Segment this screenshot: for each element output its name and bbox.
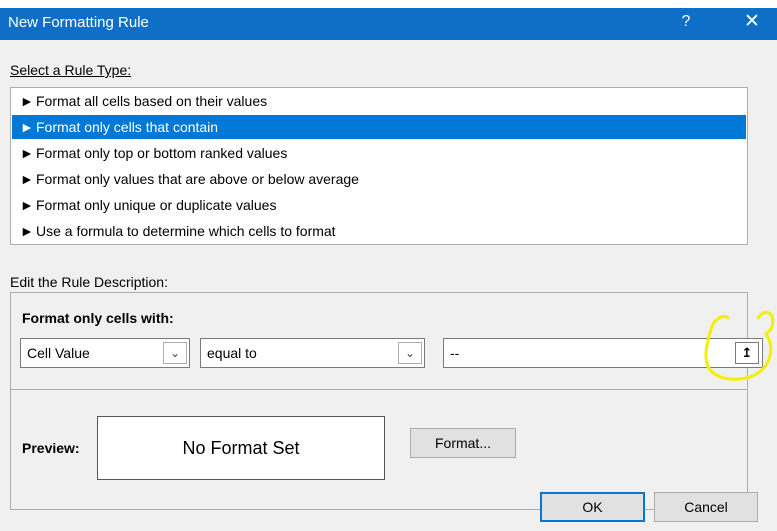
- rule-item-formula[interactable]: ► Use a formula to determine which cells …: [12, 219, 746, 243]
- rule-description-heading: Edit the Rule Description:: [10, 274, 168, 290]
- format-cells-with-label: Format only cells with:: [22, 310, 174, 326]
- rule-type-heading-label: Select a Rule Type:: [10, 62, 132, 78]
- dialog-body: Select a Rule Type: ► Format all cells ba…: [0, 40, 777, 531]
- chevron-down-icon[interactable]: ⌄: [398, 342, 422, 364]
- rule-item-cells-that-contain[interactable]: ► Format only cells that contain: [12, 115, 746, 139]
- ok-button[interactable]: OK: [540, 492, 645, 522]
- cropped-caption-text: ​: [0, 0, 777, 8]
- rule-type-list[interactable]: ► Format all cells based on their values …: [10, 87, 748, 245]
- rule-item-unique-duplicate[interactable]: ► Format only unique or duplicate values: [12, 193, 746, 217]
- format-cells-with-label-text: Format only cells with:: [22, 310, 174, 326]
- value-input-text: --: [450, 345, 460, 361]
- rule-item-label: Format all cells based on their values: [36, 93, 268, 109]
- dialog-titlebar: New Formatting Rule ? ✕: [0, 8, 777, 40]
- chevron-down-icon[interactable]: ⌄: [163, 342, 187, 364]
- close-icon[interactable]: ✕: [740, 11, 764, 33]
- rule-item-label: Format only top or bottom ranked values: [36, 145, 288, 161]
- rule-item-label: Format only cells that contain: [36, 119, 219, 135]
- operator-select[interactable]: equal to ⌄: [200, 338, 425, 368]
- condition-type-select[interactable]: Cell Value ⌄: [20, 338, 190, 368]
- arrow-icon: ►: [20, 223, 34, 239]
- arrow-icon: ►: [20, 171, 34, 187]
- arrow-icon: ►: [20, 145, 34, 161]
- panel-divider: [11, 389, 747, 390]
- arrow-icon: ►: [20, 93, 34, 109]
- dialog-title: New Formatting Rule: [8, 14, 149, 31]
- value-input[interactable]: -- ↥: [443, 338, 763, 368]
- rule-description-heading-label: Edit the Rule Description:: [10, 274, 168, 290]
- rule-item-label: Format only unique or duplicate values: [36, 197, 277, 213]
- collapse-dialog-icon[interactable]: ↥: [735, 342, 759, 364]
- preview-label-text: Preview:: [22, 440, 80, 456]
- rule-item-top-bottom[interactable]: ► Format only top or bottom ranked values: [12, 141, 746, 165]
- cancel-button-label: Cancel: [684, 499, 728, 515]
- format-preview-box: No Format Set: [97, 416, 385, 480]
- arrow-icon: ►: [20, 119, 34, 135]
- arrow-icon: ►: [20, 197, 34, 213]
- operator-value: equal to: [207, 345, 257, 361]
- rule-item-label: Use a formula to determine which cells t…: [36, 223, 336, 239]
- format-button[interactable]: Format...: [410, 428, 516, 458]
- rule-type-heading: Select a Rule Type:: [10, 62, 131, 78]
- format-button-label: Format...: [434, 435, 491, 451]
- rule-item-above-below-average[interactable]: ► Format only values that are above or be…: [12, 167, 746, 191]
- preview-label: Preview:: [22, 440, 80, 456]
- help-icon[interactable]: ?: [676, 13, 696, 31]
- ok-button-label: OK: [582, 499, 603, 515]
- rule-item-label: Format only values that are above or bel…: [36, 171, 359, 187]
- rule-item-all-cells[interactable]: ► Format all cells based on their values: [12, 89, 746, 113]
- cancel-button[interactable]: Cancel: [654, 492, 758, 522]
- condition-type-value: Cell Value: [27, 345, 90, 361]
- preview-text: No Format Set: [182, 438, 300, 458]
